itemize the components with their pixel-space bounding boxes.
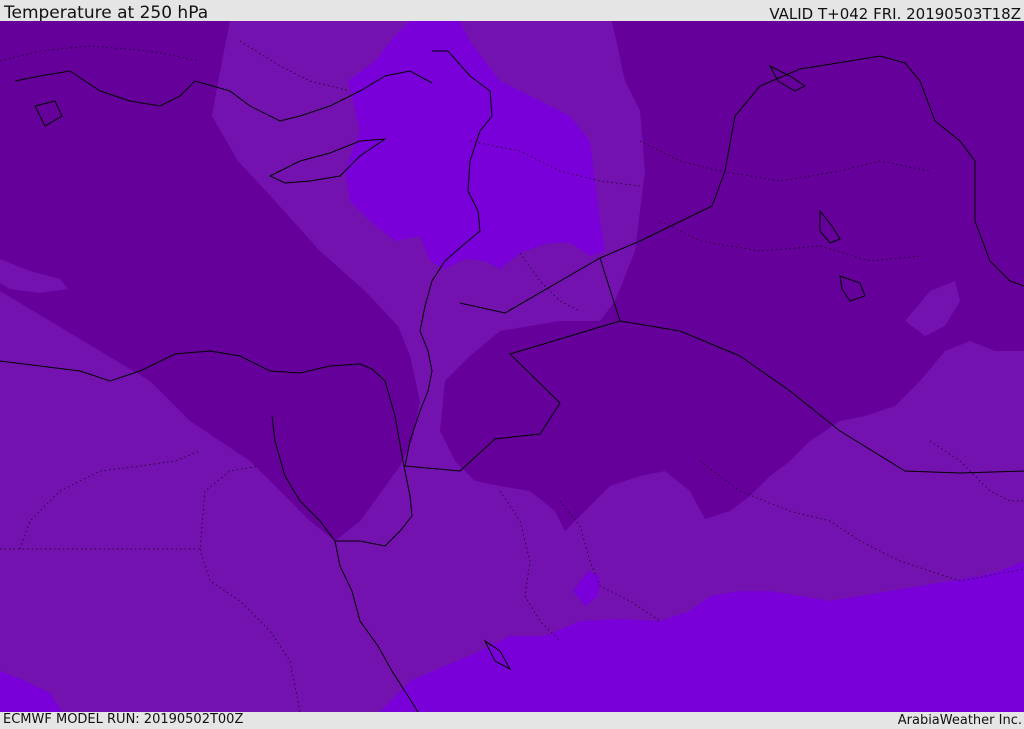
model-run-label: ECMWF MODEL RUN: 20190502T00Z [3, 712, 244, 727]
map-title: Temperature at 250 hPa [4, 3, 209, 23]
credit-label: ArabiaWeather Inc. [897, 713, 1022, 728]
header-bar: Temperature at 250 hPa VALID T+042 FRI. … [0, 0, 1024, 23]
footer-bar: ECMWF MODEL RUN: 20190502T00Z ArabiaWeat… [0, 712, 1024, 729]
temperature-map[interactable] [0, 21, 1024, 712]
